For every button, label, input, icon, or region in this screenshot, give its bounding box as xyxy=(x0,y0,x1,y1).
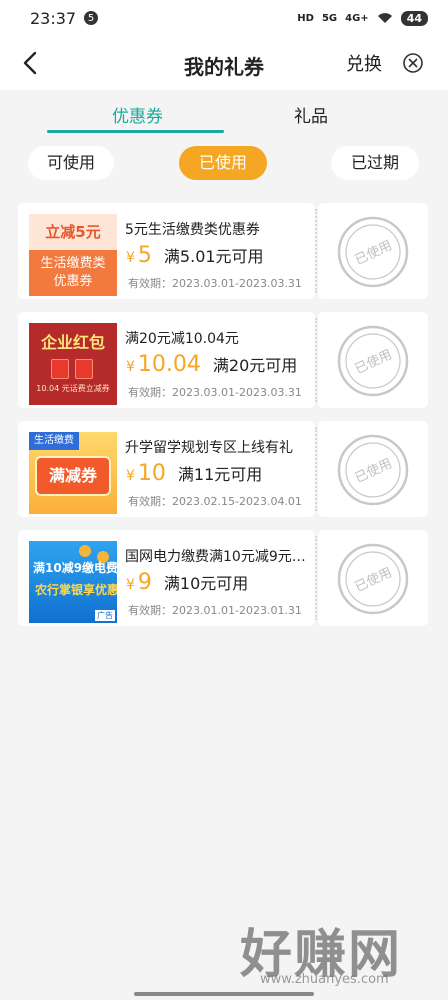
coupon-card[interactable]: 已使用 企业红包 10.04 元话费立减券 满20元减10.04元 ¥ 10.0… xyxy=(18,312,428,408)
coupon-condition: 满5.01元可用 xyxy=(163,247,264,266)
tab-indicator xyxy=(47,130,224,133)
exchange-button[interactable]: 兑换 xyxy=(346,50,382,76)
used-stamp-icon: 已使用 xyxy=(337,434,409,506)
stamp-label: 已使用 xyxy=(352,455,394,486)
filter-expired[interactable]: 已过期 xyxy=(331,146,419,180)
coupon-card[interactable]: 已使用 满10减9缴电费 农行掌银享优惠 广告 国网电力缴费满10元减9元… ¥… xyxy=(18,530,428,626)
filter-available[interactable]: 可使用 xyxy=(28,146,114,180)
coupon-card[interactable]: 已使用 生活缴费 满减券 升学留学规划专区上线有礼 ¥ 10 满11元可用 有效… xyxy=(18,421,428,517)
coupon-divider xyxy=(315,427,317,511)
used-stamp-icon: 已使用 xyxy=(337,216,409,288)
coupon-amount: 10.04 xyxy=(137,352,201,377)
used-stamp-icon: 已使用 xyxy=(337,543,409,615)
coupon-stub: 已使用 xyxy=(318,312,428,408)
coupon-divider xyxy=(315,536,317,620)
coupon-thumbnail: 企业红包 10.04 元话费立减券 xyxy=(29,323,117,405)
coupon-condition: 满20元可用 xyxy=(212,356,298,375)
red-envelope-icon xyxy=(75,359,93,379)
thumb-body: 生活缴费类 优惠券 xyxy=(29,250,117,296)
coupon-amount: 5 xyxy=(137,243,152,268)
thumb-line3: 优惠券 xyxy=(53,274,93,289)
filter-used[interactable]: 已使用 xyxy=(179,146,267,180)
tab-gifts[interactable]: 礼品 xyxy=(294,102,328,127)
coupon-name: 满20元减10.04元 xyxy=(125,331,239,347)
thumb-line2: 10.04 元话费立减券 xyxy=(36,384,110,393)
coupon-amount: 9 xyxy=(137,570,152,595)
coupon-name: 5元生活缴费类优惠券 xyxy=(125,222,260,238)
coupon-validity: 有效期：2023.03.01-2023.03.31 xyxy=(128,277,302,290)
stamp-label: 已使用 xyxy=(352,237,394,268)
thumb-line1: 企业红包 xyxy=(40,333,105,352)
coupon-amount-row: ¥ 9 满10元可用 xyxy=(126,570,248,595)
coupon-amount-row: ¥ 10.04 满20元可用 xyxy=(126,352,297,377)
close-icon[interactable] xyxy=(402,52,424,74)
thumb-line1: 满10减9缴电费 xyxy=(33,561,117,575)
currency-symbol: ¥ xyxy=(126,359,135,375)
watermark-url: www.zhuanyes.com xyxy=(260,972,389,987)
stamp-label: 已使用 xyxy=(352,564,394,595)
thumb-line1: 立减5元 xyxy=(29,214,117,250)
coupon-thumbnail: 立减5元 生活缴费类 优惠券 xyxy=(29,214,117,296)
coupon-condition: 满11元可用 xyxy=(177,465,263,484)
coupon-thumbnail: 满10减9缴电费 农行掌银享优惠 广告 xyxy=(29,541,117,623)
home-indicator[interactable] xyxy=(134,992,314,996)
coupon-condition: 满10元可用 xyxy=(163,574,249,593)
coupon-stub: 已使用 xyxy=(318,203,428,299)
currency-symbol: ¥ xyxy=(126,250,135,266)
thumb-line2: 生活缴费类 xyxy=(40,256,106,271)
tab-coupons[interactable]: 优惠券 xyxy=(112,102,163,127)
coupon-validity: 有效期：2023.02.15-2023.04.01 xyxy=(128,495,302,508)
coupon-validity: 有效期：2023.01.01-2023.01.31 xyxy=(128,604,302,617)
filter-bar: 可使用 已使用 已过期 xyxy=(0,136,448,190)
status-icons: HD 5G 4G+ 44 xyxy=(297,10,428,26)
red-envelope-icon xyxy=(51,359,69,379)
back-arrow-icon[interactable] xyxy=(18,50,44,76)
status-time: 23:37 xyxy=(30,8,77,28)
watermark: 好赚网 www.zhuanyes.com xyxy=(240,912,440,992)
thumb-line2: 农行掌银享优惠 xyxy=(35,583,117,597)
hd-indicator: HD xyxy=(297,12,314,24)
tab-bar: 优惠券 礼品 xyxy=(0,90,448,136)
coupon-card[interactable]: 已使用 立减5元 生活缴费类 优惠券 5元生活缴费类优惠券 ¥ 5 满5.01元… xyxy=(18,203,428,299)
stamp-label: 已使用 xyxy=(352,346,394,377)
currency-symbol: ¥ xyxy=(126,577,135,593)
currency-symbol: ¥ xyxy=(126,468,135,484)
thumb-line1: 生活缴费 xyxy=(29,432,79,450)
5g-indicator: 5G xyxy=(321,12,338,24)
coupon-name: 升学留学规划专区上线有礼 xyxy=(125,440,293,456)
coupon-list: 已使用 立减5元 生活缴费类 优惠券 5元生活缴费类优惠券 ¥ 5 满5.01元… xyxy=(18,203,428,639)
nav-bar: 我的礼券 兑换 xyxy=(0,36,448,90)
thumb-line2: 满减券 xyxy=(35,456,111,496)
coupon-thumbnail: 生活缴费 满减券 xyxy=(29,432,117,514)
used-stamp-icon: 已使用 xyxy=(337,325,409,397)
ad-tag: 广告 xyxy=(95,610,115,621)
coupon-stub: 已使用 xyxy=(318,530,428,626)
notification-badge: 5 xyxy=(84,11,99,25)
coupon-name: 国网电力缴费满10元减9元… xyxy=(125,549,306,565)
coupon-amount: 10 xyxy=(137,461,166,486)
coupon-validity: 有效期：2023.03.01-2023.03.31 xyxy=(128,386,302,399)
4g-indicator: 4G+ xyxy=(345,12,369,24)
battery-indicator: 44 xyxy=(400,10,428,26)
coupon-stub: 已使用 xyxy=(318,421,428,517)
coupon-divider xyxy=(315,209,317,293)
coupon-divider xyxy=(315,318,317,402)
coupon-amount-row: ¥ 5 满5.01元可用 xyxy=(126,243,264,268)
status-bar: 23:37 5 HD 5G 4G+ 44 xyxy=(0,0,448,36)
wifi-icon xyxy=(377,13,392,23)
coupon-amount-row: ¥ 10 满11元可用 xyxy=(126,461,262,486)
coin-icon xyxy=(79,545,91,557)
